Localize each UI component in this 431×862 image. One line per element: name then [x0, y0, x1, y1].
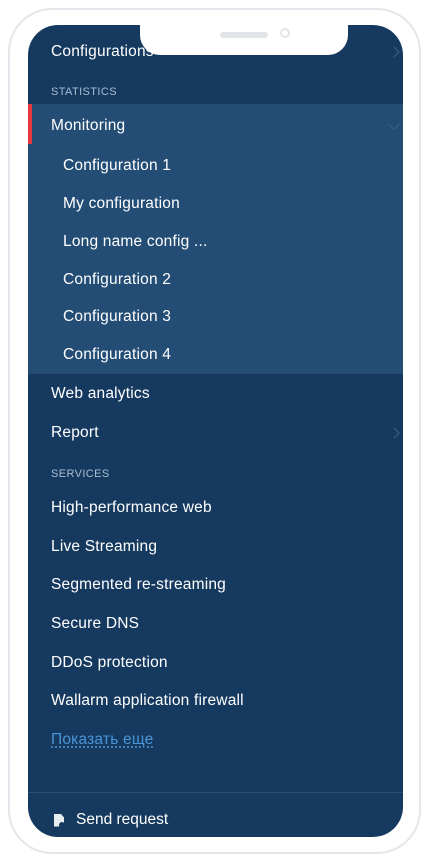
- section-heading-statistics: STATISTICS: [51, 86, 117, 98]
- service-item[interactable]: DDoS protection: [28, 644, 403, 682]
- service-item[interactable]: Segmented re-streaming: [28, 566, 403, 604]
- menu-item-web-analytics[interactable]: Web analytics: [28, 375, 403, 413]
- send-request-label: Send request: [76, 811, 169, 828]
- show-more-link-row: Показать еще: [28, 721, 403, 759]
- chevron-right-icon: [388, 46, 400, 58]
- service-item[interactable]: Secure DNS: [28, 605, 403, 643]
- service-item[interactable]: Live Streaming: [28, 528, 403, 566]
- footer-divider: [28, 792, 403, 793]
- send-request-button[interactable]: Send request: [28, 801, 403, 837]
- phone-notch: [140, 25, 348, 55]
- submenu-item[interactable]: Long name config ...: [28, 223, 403, 261]
- camera-icon: [280, 28, 290, 38]
- menu-item-label: Configurations: [51, 43, 154, 60]
- speaker-icon: [220, 32, 268, 38]
- submenu-item[interactable]: Configuration 1: [28, 147, 403, 185]
- service-item[interactable]: Wallarm application firewall: [28, 682, 403, 720]
- mobile-screen: Configurations STATISTICS Monitoring Con…: [28, 25, 403, 837]
- menu-item-report[interactable]: Report: [28, 414, 403, 452]
- submenu-item[interactable]: Configuration 3: [28, 298, 403, 336]
- menu-item-label: Report: [51, 424, 99, 441]
- show-more-link[interactable]: Показать еще: [51, 731, 153, 748]
- chevron-right-icon: [388, 427, 400, 439]
- chevron-down-icon: [388, 118, 400, 131]
- submenu-item[interactable]: Configuration 2: [28, 261, 403, 299]
- submenu-item[interactable]: Configuration 4: [28, 336, 403, 374]
- menu-item-monitoring[interactable]: Monitoring: [28, 107, 403, 145]
- document-icon: [54, 813, 64, 827]
- service-item[interactable]: High-performance web: [28, 489, 403, 527]
- section-heading-services: SERVICES: [51, 468, 110, 480]
- menu-item-label: Monitoring: [51, 117, 126, 134]
- submenu-item[interactable]: My configuration: [28, 185, 403, 223]
